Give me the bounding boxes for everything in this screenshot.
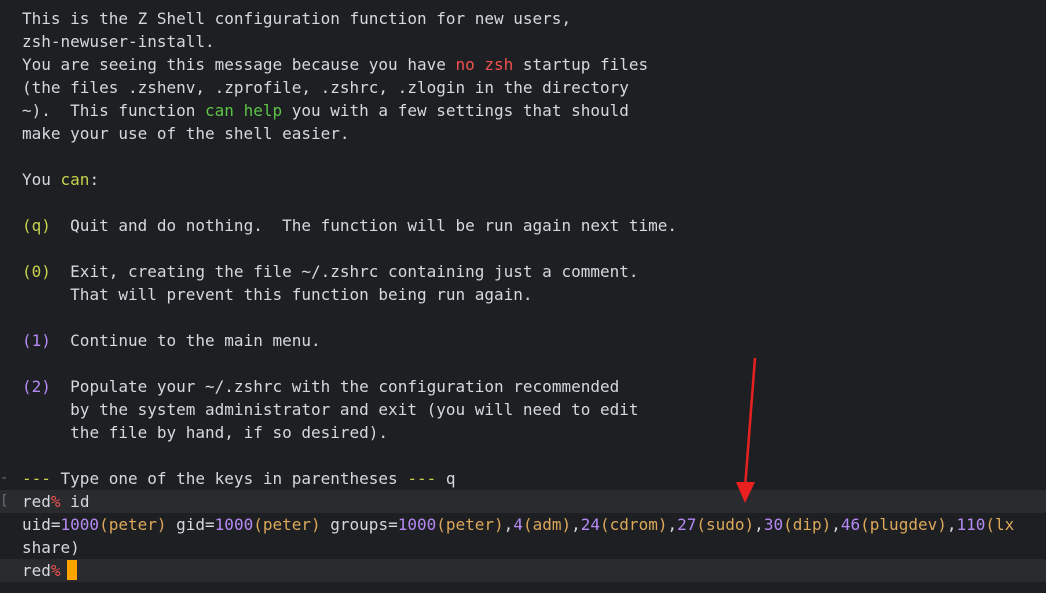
command-line-current[interactable]: red% [22,559,77,582]
option-1: (1) Continue to the main menu. [22,331,321,350]
prompt-symbol: % [50,561,61,580]
prompt-symbol: % [50,492,61,511]
option-key-q: (q) [22,216,51,235]
option-2: (2) Populate your ~/.zshrc with the conf… [22,377,620,396]
terminal-window[interactable]: This is the Z Shell configuration functi… [0,0,1046,593]
gutter-mark: - [0,470,9,486]
option-q: (q) Quit and do nothing. The function wi… [22,216,678,235]
no-zsh-highlight: no zsh [455,55,514,74]
intro-line-6: make your use of the shell easier. [22,124,350,143]
prompt-answer: q [436,469,456,488]
intro-line-3: You are seeing this message because you … [22,55,649,74]
prompt-line-highlight [0,559,1046,582]
gutter-mark: [ [0,493,9,509]
prompt-host: red [22,492,51,511]
option-key-2: (2) [22,377,51,396]
intro-line-4: (the files .zshenv, .zprofile, .zshrc, .… [22,78,629,97]
intro-line-1: This is the Z Shell configuration functi… [22,9,572,28]
command-line-id: red% id [22,490,89,513]
text-cursor [66,560,77,580]
option-key-0: (0) [22,262,51,281]
option-2-cont-2: the file by hand, if so desired). [70,423,389,442]
you-can-line: You can: [22,170,100,189]
can-help-highlight: can help [205,101,283,120]
key-prompt-line: --- Type one of the keys in parentheses … [22,469,456,488]
current-line-highlight [0,490,1046,513]
option-0-cont: That will prevent this function being ru… [70,285,533,304]
option-key-1: (1) [22,331,51,350]
id-output-line: uid=1000(peter) gid=1000(peter) groups=1… [22,515,1015,534]
option-2-cont-1: by the system administrator and exit (yo… [70,400,639,419]
id-output-wrap: share) [22,538,80,557]
intro-line-5: ~). This function can help you with a fe… [22,101,629,120]
prompt-host: red [22,561,51,580]
option-0: (0) Exit, creating the file ~/.zshrc con… [22,262,639,281]
intro-line-2: zsh-newuser-install. [22,32,215,51]
command-text: id [60,492,90,511]
